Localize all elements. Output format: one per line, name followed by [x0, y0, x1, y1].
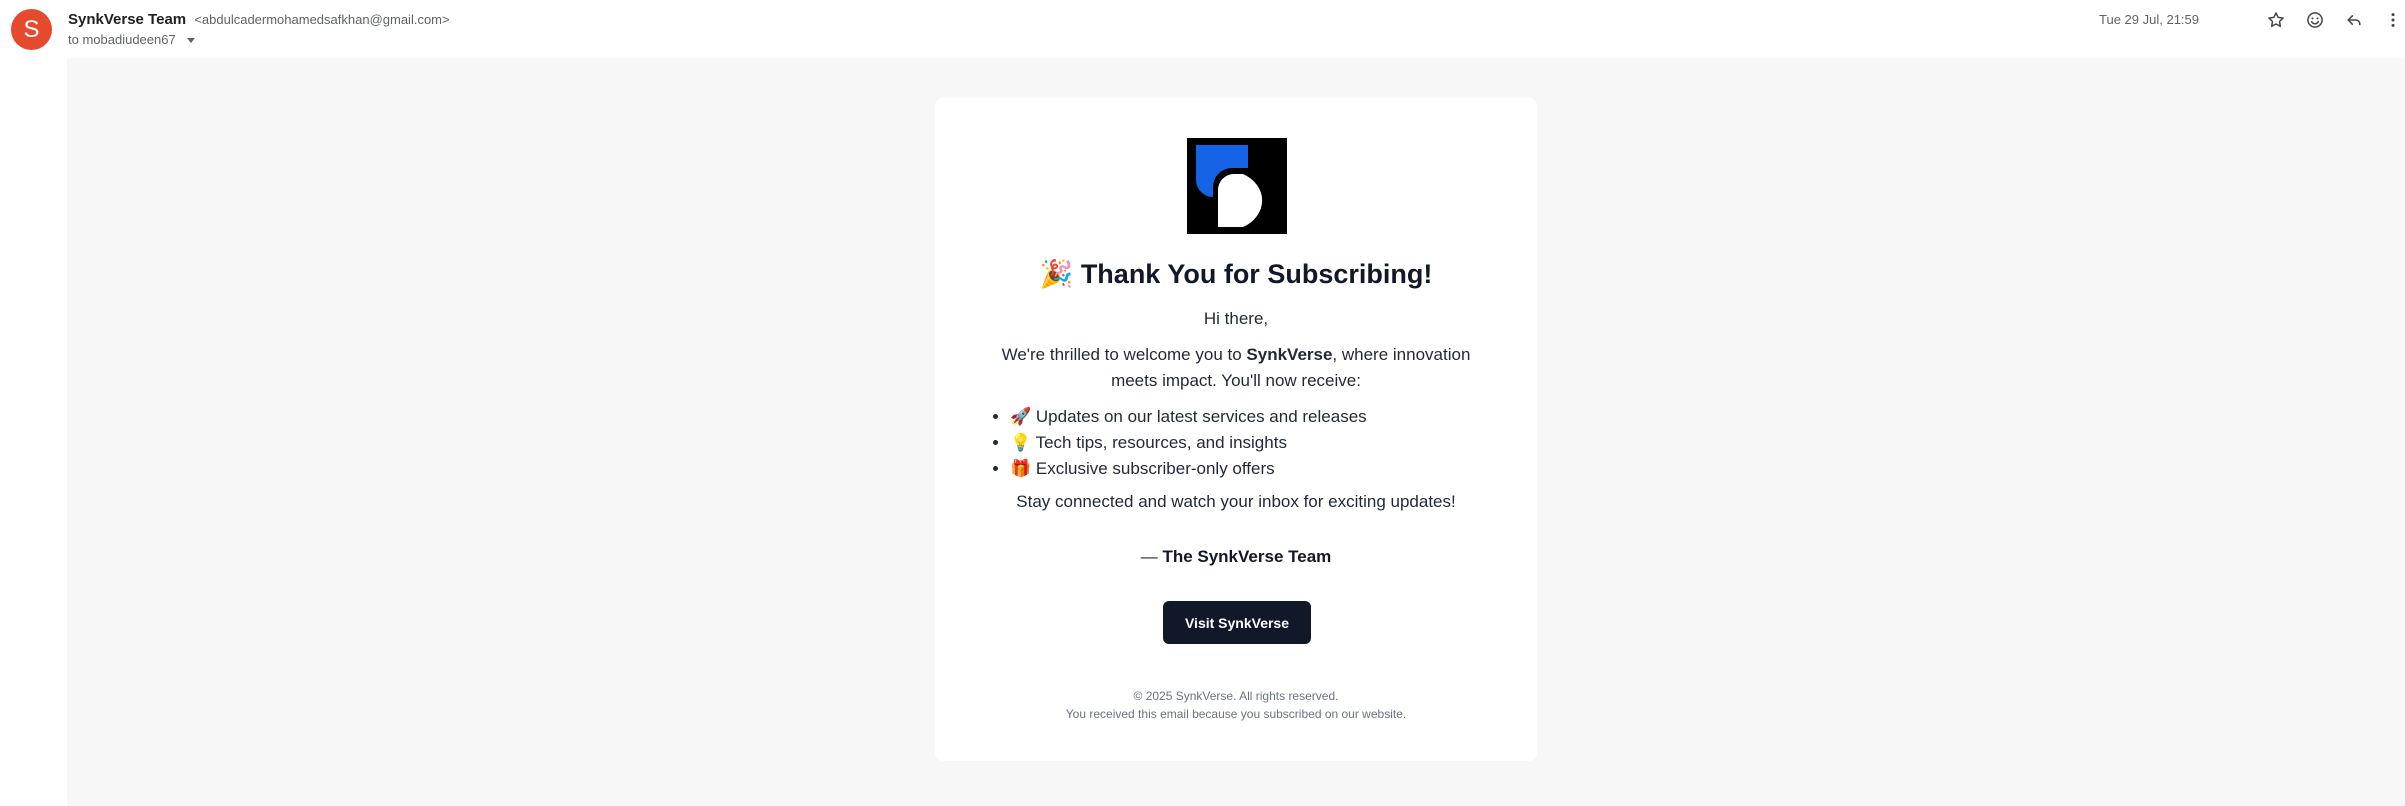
- headline: 🎉 Thank You for Subscribing!: [935, 258, 1537, 290]
- sender-email: <abdulcadermohamedsafkhan@gmail.com>: [194, 12, 450, 27]
- list-item: 💡 Tech tips, resources, and insights: [1010, 430, 1367, 456]
- more-vert-icon[interactable]: [2381, 8, 2405, 32]
- lightbulb-icon: 💡: [1010, 433, 1032, 452]
- email-date: Tue 29 Jul, 21:59: [2099, 12, 2199, 27]
- footer-reason: You received this email because you subs…: [1065, 707, 1407, 721]
- email-footer: © 2025 SynkVerse. All rights reserved. Y…: [935, 687, 1537, 723]
- benefit-text: Tech tips, resources, and insights: [1035, 433, 1287, 452]
- benefits-list: 🚀 Updates on our latest services and rel…: [988, 404, 1367, 482]
- signature-dash: —: [1140, 547, 1163, 566]
- list-item: 🎁 Exclusive subscriber-only offers: [1010, 456, 1367, 482]
- synkverse-logo: [1187, 138, 1287, 234]
- avatar[interactable]: S: [11, 9, 52, 50]
- intro-paragraph: We're thrilled to welcome you to SynkVer…: [980, 342, 1492, 394]
- star-icon[interactable]: [2264, 8, 2288, 32]
- gift-icon: 🎁: [1010, 459, 1032, 478]
- recipient-label: to mobadiudeen67: [68, 32, 176, 47]
- benefit-text: Updates on our latest services and relea…: [1035, 407, 1367, 426]
- email-header: S SynkVerse Team <abdulcadermohamedsafkh…: [0, 0, 2405, 58]
- outro-text: Stay connected and watch your inbox for …: [1016, 492, 1456, 511]
- sender-line: SynkVerse Team <abdulcadermohamedsafkhan…: [68, 11, 450, 28]
- benefit-text: Exclusive subscriber-only offers: [1035, 459, 1275, 478]
- intro-text: We're thrilled to welcome you to: [1001, 345, 1247, 364]
- headline-text: Thank You for Subscribing!: [1080, 259, 1433, 289]
- recipient-details[interactable]: to mobadiudeen67: [68, 32, 196, 47]
- party-popper-icon: 🎉: [1039, 259, 1074, 289]
- visit-synkverse-button[interactable]: Visit SynkVerse: [1163, 601, 1311, 644]
- rocket-icon: 🚀: [1010, 407, 1032, 426]
- email-card: 🎉 Thank You for Subscribing! Hi there, W…: [935, 98, 1537, 761]
- reply-icon[interactable]: [2342, 8, 2366, 32]
- sender-name[interactable]: SynkVerse Team: [68, 11, 186, 28]
- list-item: 🚀 Updates on our latest services and rel…: [1010, 404, 1367, 430]
- intro-brand: SynkVerse: [1246, 345, 1333, 364]
- signature-name: The SynkVerse Team: [1162, 547, 1332, 566]
- emoji-icon[interactable]: [2303, 8, 2327, 32]
- chevron-down-icon[interactable]: [187, 38, 196, 44]
- footer-copyright: © 2025 SynkVerse. All rights reserved.: [1133, 689, 1339, 703]
- greeting: Hi there,: [1203, 309, 1269, 328]
- signature: — The SynkVerse Team: [935, 547, 1537, 567]
